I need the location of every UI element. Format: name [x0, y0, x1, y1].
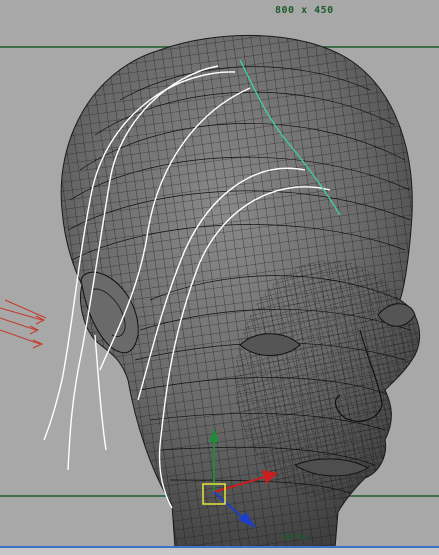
viewport-bottom-edge — [0, 548, 439, 555]
camera-name-label: persp — [283, 532, 308, 541]
resolution-gate-label: 800 x 450 — [275, 5, 334, 16]
field-arrows — [0, 299, 47, 349]
viewport-scene[interactable] — [0, 0, 439, 555]
head-mesh[interactable] — [0, 0, 439, 555]
modeling-viewport[interactable]: 800 x 450 persp — [0, 0, 439, 555]
